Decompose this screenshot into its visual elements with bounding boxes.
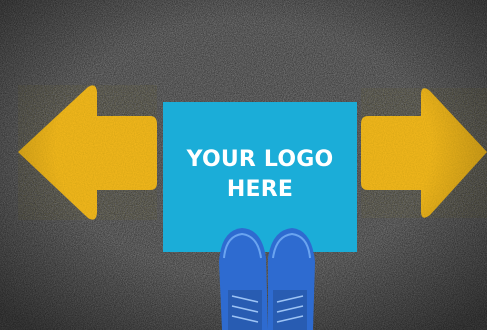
right-shoe [268, 228, 315, 330]
left-shoe [219, 228, 268, 330]
shoes [219, 228, 315, 330]
